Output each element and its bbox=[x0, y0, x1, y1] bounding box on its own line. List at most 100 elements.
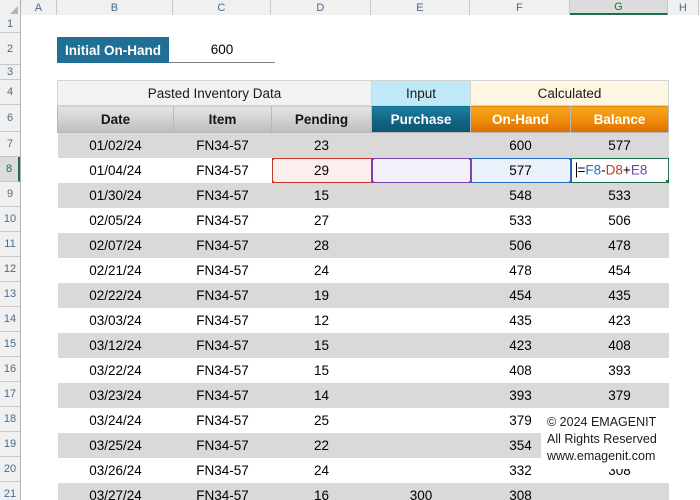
cell-onhand[interactable]: 308 bbox=[470, 482, 571, 500]
table-row[interactable]: 01/30/24 FN34-57 15 548 533 bbox=[57, 182, 669, 208]
cell-date[interactable]: 02/07/24 bbox=[57, 232, 174, 258]
cell-item[interactable]: FN34-57 bbox=[173, 382, 272, 408]
column-header-a[interactable]: A bbox=[21, 0, 57, 15]
cell-date[interactable]: 03/22/24 bbox=[57, 357, 174, 383]
table-row[interactable]: 03/22/24 FN34-57 15 408 393 bbox=[57, 357, 669, 383]
cell-item[interactable]: FN34-57 bbox=[173, 332, 272, 358]
row-header-21[interactable]: 21 bbox=[0, 482, 20, 500]
table-row-editing[interactable]: 01/04/24 FN34-57 29 577 =F8-D8+E8 bbox=[57, 157, 669, 183]
cell-date[interactable]: 01/30/24 bbox=[57, 182, 174, 208]
cell-purchase[interactable] bbox=[371, 357, 471, 383]
cell-date[interactable]: 02/05/24 bbox=[57, 207, 174, 233]
cell-purchase-traced[interactable] bbox=[371, 157, 471, 183]
row-header-13[interactable]: 13 bbox=[0, 282, 20, 307]
row-header-6[interactable]: 6 bbox=[0, 105, 20, 132]
column-header-g[interactable]: G bbox=[570, 0, 668, 15]
cell-onhand[interactable]: 393 bbox=[470, 382, 571, 408]
cell-pending[interactable]: 25 bbox=[271, 407, 372, 433]
cell-pending[interactable]: 28 bbox=[271, 232, 372, 258]
row-header-16[interactable]: 16 bbox=[0, 357, 20, 382]
cell-pending[interactable]: 27 bbox=[271, 207, 372, 233]
table-row[interactable]: 03/03/24 FN34-57 12 435 423 bbox=[57, 307, 669, 333]
cell-purchase[interactable] bbox=[371, 182, 471, 208]
cell-purchase[interactable] bbox=[371, 207, 471, 233]
row-header-15[interactable]: 15 bbox=[0, 332, 20, 357]
cell-purchase[interactable] bbox=[371, 457, 471, 483]
cell-pending[interactable]: 15 bbox=[271, 332, 372, 358]
cell-date[interactable]: 01/04/24 bbox=[57, 157, 174, 183]
cell-item[interactable]: FN34-57 bbox=[173, 432, 272, 458]
cell-balance[interactable]: 577 bbox=[570, 132, 669, 158]
cell-balance[interactable]: 506 bbox=[570, 207, 669, 233]
cell-pending[interactable]: 24 bbox=[271, 257, 372, 283]
cell-balance[interactable]: 393 bbox=[570, 357, 669, 383]
cell-balance-formula-editor[interactable]: =F8-D8+E8 bbox=[570, 157, 669, 183]
cell-purchase[interactable] bbox=[371, 282, 471, 308]
cell-date[interactable]: 03/12/24 bbox=[57, 332, 174, 358]
cell-onhand[interactable]: 533 bbox=[470, 207, 571, 233]
row-header-12[interactable]: 12 bbox=[0, 257, 20, 282]
cell-date[interactable]: 03/03/24 bbox=[57, 307, 174, 333]
row-header-4[interactable]: 4 bbox=[0, 80, 20, 105]
cell-pending[interactable]: 15 bbox=[271, 357, 372, 383]
column-header-f[interactable]: F bbox=[470, 0, 570, 15]
table-row[interactable]: 03/27/24 FN34-57 16 300 308 bbox=[57, 482, 669, 500]
table-row[interactable]: 03/23/24 FN34-57 14 393 379 bbox=[57, 382, 669, 408]
cell-onhand[interactable]: 506 bbox=[470, 232, 571, 258]
cell-onhand[interactable]: 435 bbox=[470, 307, 571, 333]
select-all-corner[interactable] bbox=[0, 0, 21, 15]
cell-onhand[interactable]: 454 bbox=[470, 282, 571, 308]
cell-item[interactable]: FN34-57 bbox=[173, 232, 272, 258]
row-header-2[interactable]: 2 bbox=[0, 33, 20, 65]
row-header-10[interactable]: 10 bbox=[0, 207, 20, 232]
row-header-11[interactable]: 11 bbox=[0, 232, 20, 257]
cell-purchase[interactable] bbox=[371, 432, 471, 458]
cell-date[interactable]: 01/02/24 bbox=[57, 132, 174, 158]
row-header-8[interactable]: 8 bbox=[0, 157, 20, 182]
cell-item[interactable]: FN34-57 bbox=[173, 457, 272, 483]
cell-purchase[interactable] bbox=[371, 407, 471, 433]
cell-purchase[interactable] bbox=[371, 257, 471, 283]
cell-date[interactable]: 02/21/24 bbox=[57, 257, 174, 283]
row-header-3[interactable]: 3 bbox=[0, 65, 20, 80]
cell-onhand[interactable]: 408 bbox=[470, 357, 571, 383]
cell-pending[interactable]: 23 bbox=[271, 132, 372, 158]
row-header-1[interactable]: 1 bbox=[0, 15, 20, 33]
cell-balance[interactable]: 423 bbox=[570, 307, 669, 333]
cell-balance[interactable]: 379 bbox=[570, 382, 669, 408]
cell-purchase[interactable]: 300 bbox=[371, 482, 471, 500]
fill-handle[interactable] bbox=[665, 179, 669, 183]
cell-pending[interactable]: 16 bbox=[271, 482, 372, 500]
column-header-e[interactable]: E bbox=[371, 0, 470, 15]
cell-onhand[interactable]: 478 bbox=[470, 257, 571, 283]
cell-purchase[interactable] bbox=[371, 232, 471, 258]
row-header-20[interactable]: 20 bbox=[0, 457, 20, 482]
row-header-19[interactable]: 19 bbox=[0, 432, 20, 457]
cell-item[interactable]: FN34-57 bbox=[173, 207, 272, 233]
cell-balance[interactable]: 435 bbox=[570, 282, 669, 308]
table-row[interactable]: 03/12/24 FN34-57 15 423 408 bbox=[57, 332, 669, 358]
cell-item[interactable]: FN34-57 bbox=[173, 182, 272, 208]
column-header-h[interactable]: H bbox=[668, 0, 699, 15]
cell-pending[interactable]: 15 bbox=[271, 182, 372, 208]
cell-date[interactable]: 02/22/24 bbox=[57, 282, 174, 308]
cell-date[interactable]: 03/25/24 bbox=[57, 432, 174, 458]
cell-onhand[interactable]: 423 bbox=[470, 332, 571, 358]
cell-pending[interactable]: 24 bbox=[271, 457, 372, 483]
row-header-7[interactable]: 7 bbox=[0, 132, 20, 157]
cell-balance[interactable]: 533 bbox=[570, 182, 669, 208]
initial-on-hand-value[interactable]: 600 bbox=[169, 37, 275, 63]
cell-pending-traced[interactable]: 29 bbox=[271, 157, 372, 183]
cell-pending[interactable]: 14 bbox=[271, 382, 372, 408]
table-row[interactable]: 02/21/24 FN34-57 24 478 454 bbox=[57, 257, 669, 283]
cell-item[interactable]: FN34-57 bbox=[173, 407, 272, 433]
cell-item[interactable]: FN34-57 bbox=[173, 257, 272, 283]
cell-balance[interactable]: 454 bbox=[570, 257, 669, 283]
cell-item[interactable]: FN34-57 bbox=[173, 282, 272, 308]
row-header-17[interactable]: 17 bbox=[0, 382, 20, 407]
cell-pending[interactable]: 19 bbox=[271, 282, 372, 308]
cell-purchase[interactable] bbox=[371, 332, 471, 358]
column-header-b[interactable]: B bbox=[57, 0, 173, 15]
cell-pending[interactable]: 12 bbox=[271, 307, 372, 333]
cell-balance[interactable]: 478 bbox=[570, 232, 669, 258]
